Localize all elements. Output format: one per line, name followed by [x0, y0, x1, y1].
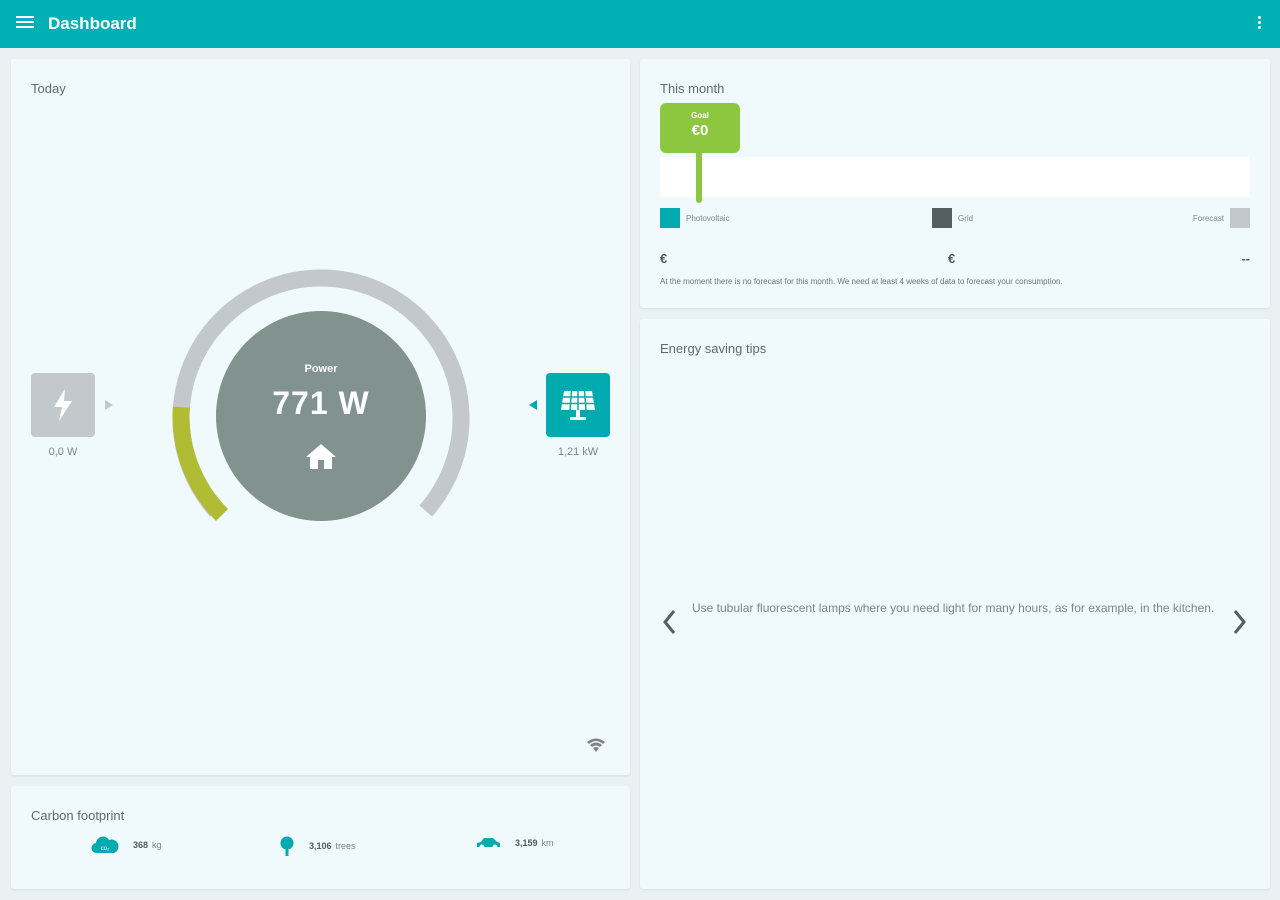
- goal-marker-pole: [696, 153, 702, 203]
- grid-flow-arrow: [105, 400, 113, 410]
- carbon-km-item: 3,159 km: [475, 836, 554, 850]
- menu-icon[interactable]: [16, 16, 34, 32]
- km-unit: km: [541, 838, 554, 848]
- today-card: Today 0,0 W 1,21 kW Power 771 W: [11, 59, 630, 775]
- cloud-co2-icon: co₂: [91, 836, 119, 854]
- chevron-right-icon[interactable]: [1231, 608, 1249, 636]
- app-bar: Dashboard: [0, 0, 1280, 48]
- solar-tile[interactable]: [546, 373, 610, 437]
- month-consumption-bar: [660, 157, 1250, 197]
- photovoltaic-amount: €: [660, 251, 668, 266]
- page-title: Dashboard: [48, 14, 137, 33]
- photovoltaic-label: Photovoltaic: [686, 213, 730, 223]
- month-card: This month Goal €0 Photovoltaic Grid For…: [640, 59, 1270, 308]
- goal-value: €0: [691, 122, 709, 139]
- forecast-label: Forecast: [1192, 213, 1224, 223]
- legend-forecast: Forecast: [1193, 208, 1250, 228]
- goal-marker[interactable]: Goal €0: [660, 103, 740, 153]
- power-label: Power: [304, 363, 338, 375]
- grid-swatch: [932, 208, 952, 228]
- home-icon: [306, 444, 336, 469]
- forecast-amount: --: [1241, 251, 1250, 266]
- carbon-title: Carbon footprint: [31, 808, 125, 823]
- carbon-card: Carbon footprint co₂ 368 kg 3,106 trees …: [11, 786, 630, 889]
- forecast-swatch: [1230, 208, 1250, 228]
- co2-value: 368: [133, 840, 149, 850]
- tips-card: Energy saving tips Use tubular fluoresce…: [640, 319, 1270, 889]
- co2-icon-text: co₂: [101, 846, 110, 852]
- trees-value: 3,106: [309, 841, 332, 851]
- trees-unit: trees: [335, 841, 356, 851]
- grid-label: Grid: [958, 213, 974, 223]
- tip-text: Use tubular fluorescent lamps where you …: [692, 601, 1215, 615]
- co2-unit: kg: [152, 840, 162, 850]
- grid-tile[interactable]: [31, 373, 95, 437]
- carbon-co2-item: co₂ 368 kg: [91, 836, 162, 854]
- km-value: 3,159: [515, 838, 538, 848]
- more-vert-icon[interactable]: [1256, 16, 1262, 32]
- grid-power-value: 0,0 W: [48, 446, 78, 458]
- gauge-level: [172, 406, 229, 522]
- power-value: 771 W: [272, 385, 370, 421]
- tips-title: Energy saving tips: [660, 341, 767, 356]
- car-icon: [477, 838, 500, 850]
- grid-amount: €: [948, 251, 956, 266]
- goal-label: Goal: [691, 111, 709, 120]
- solar-power-value: 1,21 kW: [557, 446, 599, 458]
- forecast-note: At the moment there is no forecast for t…: [660, 277, 1063, 286]
- wifi-icon[interactable]: [586, 737, 606, 753]
- today-title: Today: [31, 81, 66, 96]
- chevron-left-icon[interactable]: [660, 608, 678, 636]
- legend-photovoltaic: Photovoltaic: [660, 208, 730, 228]
- solar-panel-icon: [561, 390, 595, 420]
- legend-grid: Grid: [932, 208, 973, 228]
- carbon-trees-item: 3,106 trees: [279, 836, 356, 856]
- month-title: This month: [660, 81, 725, 96]
- solar-flow-arrow: [529, 400, 537, 410]
- photovoltaic-swatch: [660, 208, 680, 228]
- lightning-icon: [54, 389, 72, 421]
- tree-icon: [280, 836, 294, 856]
